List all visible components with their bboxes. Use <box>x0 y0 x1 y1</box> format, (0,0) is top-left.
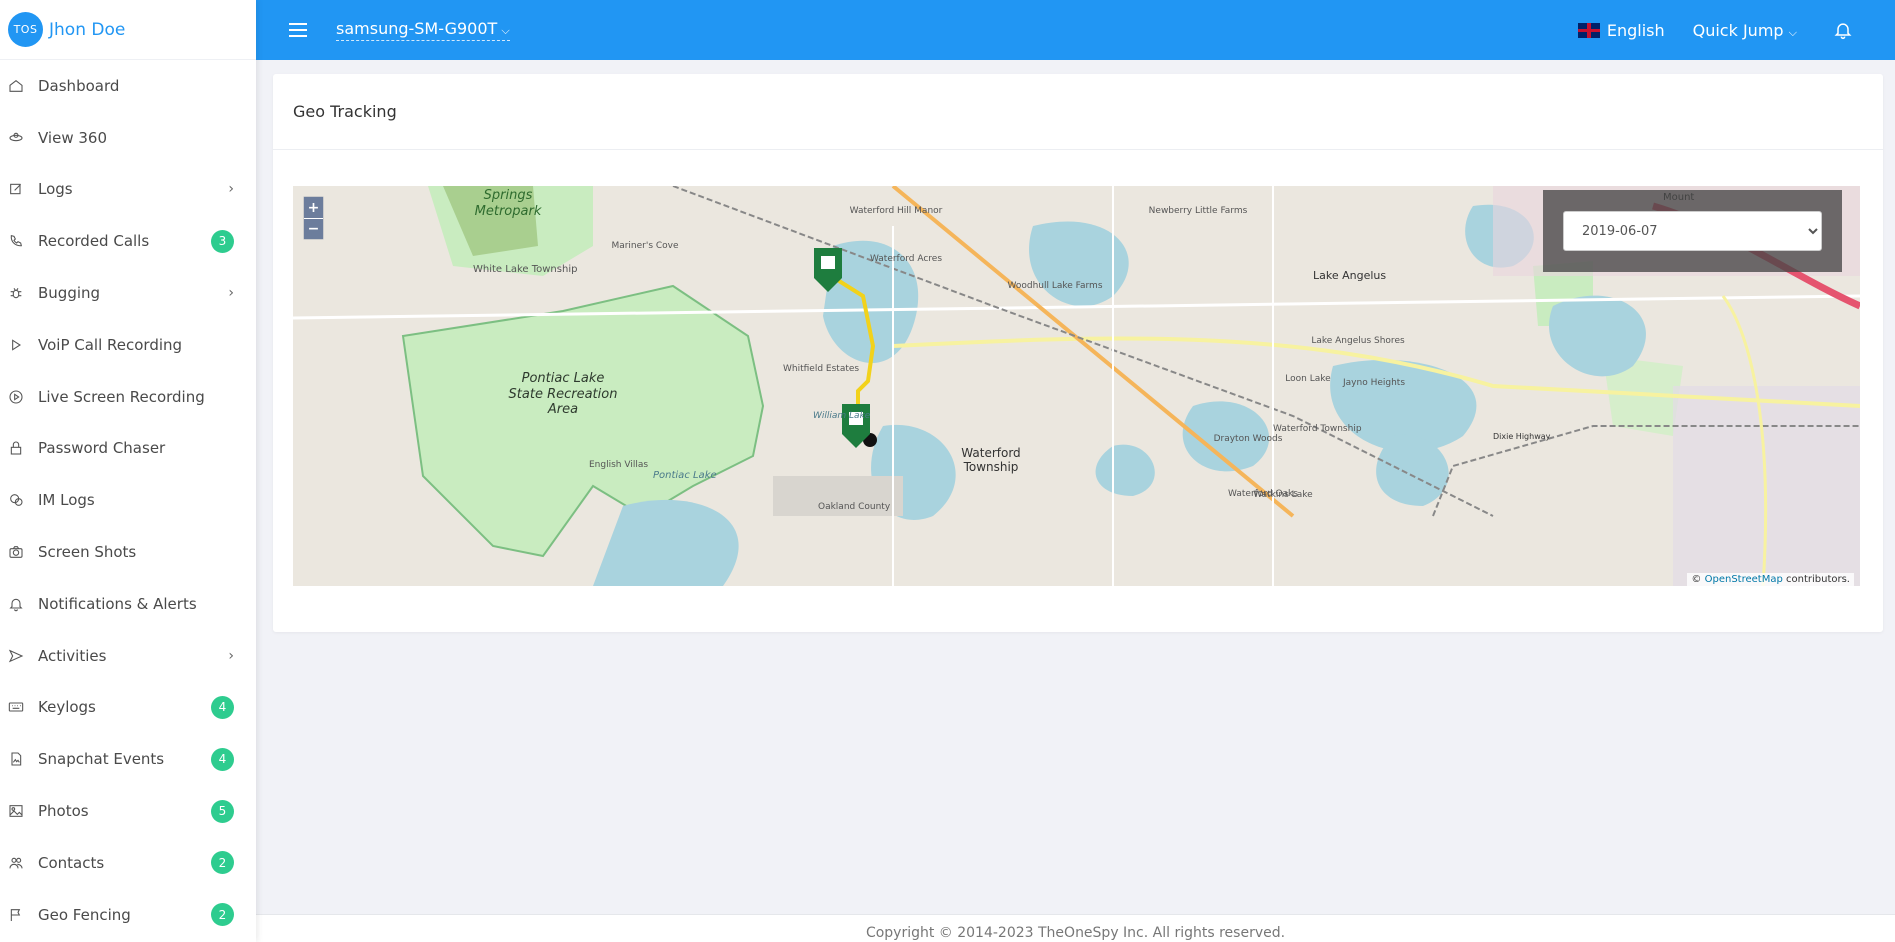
zoom-out-button[interactable]: − <box>304 218 323 239</box>
sidebar-item-label: Recorded Calls <box>38 232 150 251</box>
count-badge: 2 <box>211 851 234 875</box>
sidebar-item-label: Dashboard <box>38 76 120 95</box>
file-image-icon <box>8 751 24 767</box>
brand-logo: TOS <box>8 12 43 47</box>
quick-jump-menu[interactable]: Quick Jump ⌵ <box>1693 21 1797 40</box>
sidebar: TOS Jhon Doe Dashboard View 360 Logs › Recor… <box>0 0 256 942</box>
sidebar-item-screen-shots[interactable]: Screen Shots <box>0 526 256 578</box>
sidebar-item-recorded-calls[interactable]: Recorded Calls 3 <box>0 215 256 267</box>
count-badge: 5 <box>211 799 234 823</box>
copyright-text: Copyright © 2014-2023 TheOneSpy Inc. All… <box>865 925 1286 941</box>
language-selector[interactable]: English <box>1577 20 1665 40</box>
play-icon <box>8 337 24 353</box>
sidebar-item-activities[interactable]: Activities › <box>0 630 256 682</box>
view360-icon <box>8 130 24 146</box>
flag-icon <box>8 907 24 923</box>
sidebar-item-photos[interactable]: Photos 5 <box>0 785 256 837</box>
camera-icon <box>8 544 24 560</box>
sidebar-item-label: Activities <box>38 646 107 665</box>
sidebar-item-label: Photos <box>38 802 89 821</box>
sidebar-item-live-screen-recording[interactable]: Live Screen Recording <box>0 371 256 423</box>
send-icon <box>8 648 24 664</box>
brand[interactable]: TOS Jhon Doe <box>0 0 256 60</box>
sidebar-item-snapchat-events[interactable]: Snapchat Events 4 <box>0 733 256 785</box>
sidebar-item-label: Password Chaser <box>38 439 166 458</box>
openstreetmap-link[interactable]: OpenStreetMap <box>1705 574 1783 585</box>
chevron-right-icon: › <box>228 181 234 198</box>
date-select[interactable]: 2019-06-07 <box>1563 211 1822 251</box>
sidebar-item-label: Geo Fencing <box>38 905 131 924</box>
geo-tracking-card: Geo Tracking Springs Metropark White Lak… <box>273 74 1883 632</box>
sidebar-item-im-logs[interactable]: IM Logs <box>0 474 256 526</box>
sidebar-item-label: IM Logs <box>38 491 95 510</box>
attribution-suffix: contributors. <box>1786 574 1850 585</box>
sidebar-item-label: View 360 <box>38 128 107 147</box>
sidebar-item-voip-call-recording[interactable]: VoiP Call Recording <box>0 319 256 371</box>
menu-toggle-icon[interactable] <box>289 23 307 37</box>
image-icon <box>8 803 24 819</box>
chevron-down-icon: ⌵ <box>1788 25 1797 39</box>
sidebar-item-geo-fencing[interactable]: Geo Fencing 2 <box>0 889 256 941</box>
chevron-down-icon: ⌵ <box>501 24 510 37</box>
lock-icon <box>8 440 24 456</box>
map-attribution: © OpenStreetMap contributors. <box>1687 573 1854 586</box>
date-filter-panel: 2019-06-07 <box>1543 190 1842 272</box>
zoom-control: + − <box>303 196 324 240</box>
sidebar-item-view-360[interactable]: View 360 <box>0 112 256 164</box>
footer: Copyright © 2014-2023 TheOneSpy Inc. All… <box>256 914 1895 942</box>
chevron-right-icon: › <box>228 285 234 302</box>
sidebar-item-label: Live Screen Recording <box>38 387 205 406</box>
bell-icon <box>8 596 24 612</box>
sidebar-item-label: Screen Shots <box>38 543 137 562</box>
user-name[interactable]: Jhon Doe <box>49 20 125 40</box>
language-label: English <box>1606 20 1665 40</box>
sidebar-item-label: Logs <box>38 180 73 199</box>
topbar-right: English Quick Jump ⌵ <box>1577 20 1853 40</box>
page-title: Geo Tracking <box>273 74 1883 150</box>
sidebar-item-label: Snapchat Events <box>38 750 165 769</box>
sidebar-item-keylogs[interactable]: Keylogs 4 <box>0 682 256 734</box>
count-badge: 4 <box>211 747 234 771</box>
sidebar-item-label: Keylogs <box>38 698 96 717</box>
sidebar-item-logs[interactable]: Logs › <box>0 164 256 216</box>
device-selector[interactable]: samsung-SM-G900T ⌵ <box>336 19 510 41</box>
play-circle-icon <box>8 389 24 405</box>
chevron-right-icon: › <box>228 647 234 664</box>
keyboard-icon <box>8 699 24 715</box>
users-icon <box>8 855 24 871</box>
bug-icon <box>8 285 24 301</box>
uk-flag-icon <box>1577 22 1600 38</box>
sidebar-item-label: Contacts <box>38 853 105 872</box>
topbar: samsung-SM-G900T ⌵ English Quick Jump ⌵ <box>256 0 1895 60</box>
attribution-prefix: © <box>1691 574 1702 585</box>
count-badge: 4 <box>211 695 234 719</box>
map[interactable]: Springs Metropark White Lake Township Pont… <box>293 186 1860 586</box>
sidebar-item-notifications-alerts[interactable]: Notifications & Alerts <box>0 578 256 630</box>
sidebar-menu: Dashboard View 360 Logs › Recorded Calls 3 Bug… <box>0 60 256 941</box>
phone-icon <box>8 233 24 249</box>
bell-icon[interactable] <box>1833 20 1853 40</box>
sidebar-item-password-chaser[interactable]: Password Chaser <box>0 423 256 475</box>
sidebar-item-contacts[interactable]: Contacts 2 <box>0 837 256 889</box>
home-icon <box>8 78 24 94</box>
sidebar-item-label: Bugging <box>38 284 101 303</box>
count-badge: 2 <box>211 903 234 927</box>
sidebar-item-dashboard[interactable]: Dashboard <box>0 60 256 112</box>
quick-jump-label: Quick Jump <box>1692 20 1784 40</box>
count-badge: 3 <box>211 229 234 253</box>
device-name: samsung-SM-G900T <box>336 19 498 38</box>
chat-icon <box>8 492 24 508</box>
edit-icon <box>8 181 24 197</box>
sidebar-item-bugging[interactable]: Bugging › <box>0 267 256 319</box>
sidebar-item-label: VoiP Call Recording <box>38 335 183 354</box>
sidebar-item-label: Notifications & Alerts <box>38 594 197 613</box>
zoom-in-button[interactable]: + <box>304 197 323 218</box>
